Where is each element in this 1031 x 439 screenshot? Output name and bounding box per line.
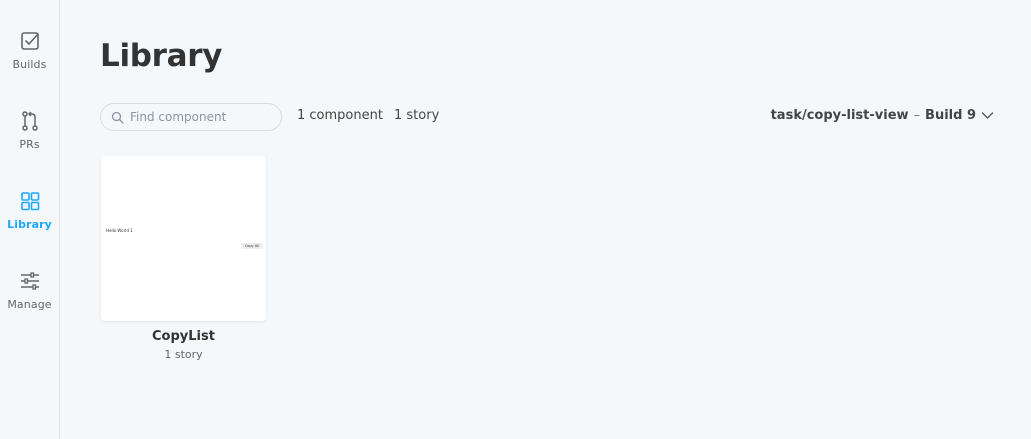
checkbox-icon (20, 32, 39, 50)
sidebar: Builds PRs Library Manage (0, 0, 60, 439)
pull-request-icon (21, 111, 38, 131)
component-name[interactable]: CopyList (101, 329, 266, 344)
component-card-thumbnail[interactable]: Hello World 1 Copy All (101, 156, 266, 321)
build-number: Build 9 (925, 108, 976, 123)
sidebar-item-prs[interactable]: PRs (0, 110, 59, 170)
search-box[interactable] (100, 103, 282, 131)
page-title: Library (100, 38, 223, 74)
component-count: 1 component (297, 108, 383, 123)
sliders-icon (20, 272, 39, 290)
sidebar-item-label: Library (7, 218, 52, 231)
branch-separator: – (913, 108, 921, 123)
component-story-count: 1 story (164, 348, 203, 361)
sidebar-item-label: Builds (12, 58, 47, 71)
search-input[interactable] (130, 110, 280, 124)
branch-name: task/copy-list-view (770, 108, 909, 123)
story-count: 1 story (394, 108, 440, 123)
branch-build-selector[interactable]: task/copy-list-view – Build 9 (771, 108, 994, 123)
preview-button: Copy All (241, 243, 263, 249)
sidebar-item-label: Manage (7, 298, 52, 311)
preview-text: Hello World 1 (106, 228, 133, 233)
sidebar-item-library[interactable]: Library (0, 190, 59, 250)
sidebar-item-label: PRs (19, 138, 40, 151)
main-content: Library 1 component 1 story task/copy-li… (61, 0, 1031, 439)
chevron-down-icon (981, 112, 994, 119)
search-icon (111, 111, 124, 124)
sidebar-item-builds[interactable]: Builds (0, 30, 59, 90)
sidebar-item-manage[interactable]: Manage (0, 270, 59, 330)
grid-icon (20, 192, 39, 211)
